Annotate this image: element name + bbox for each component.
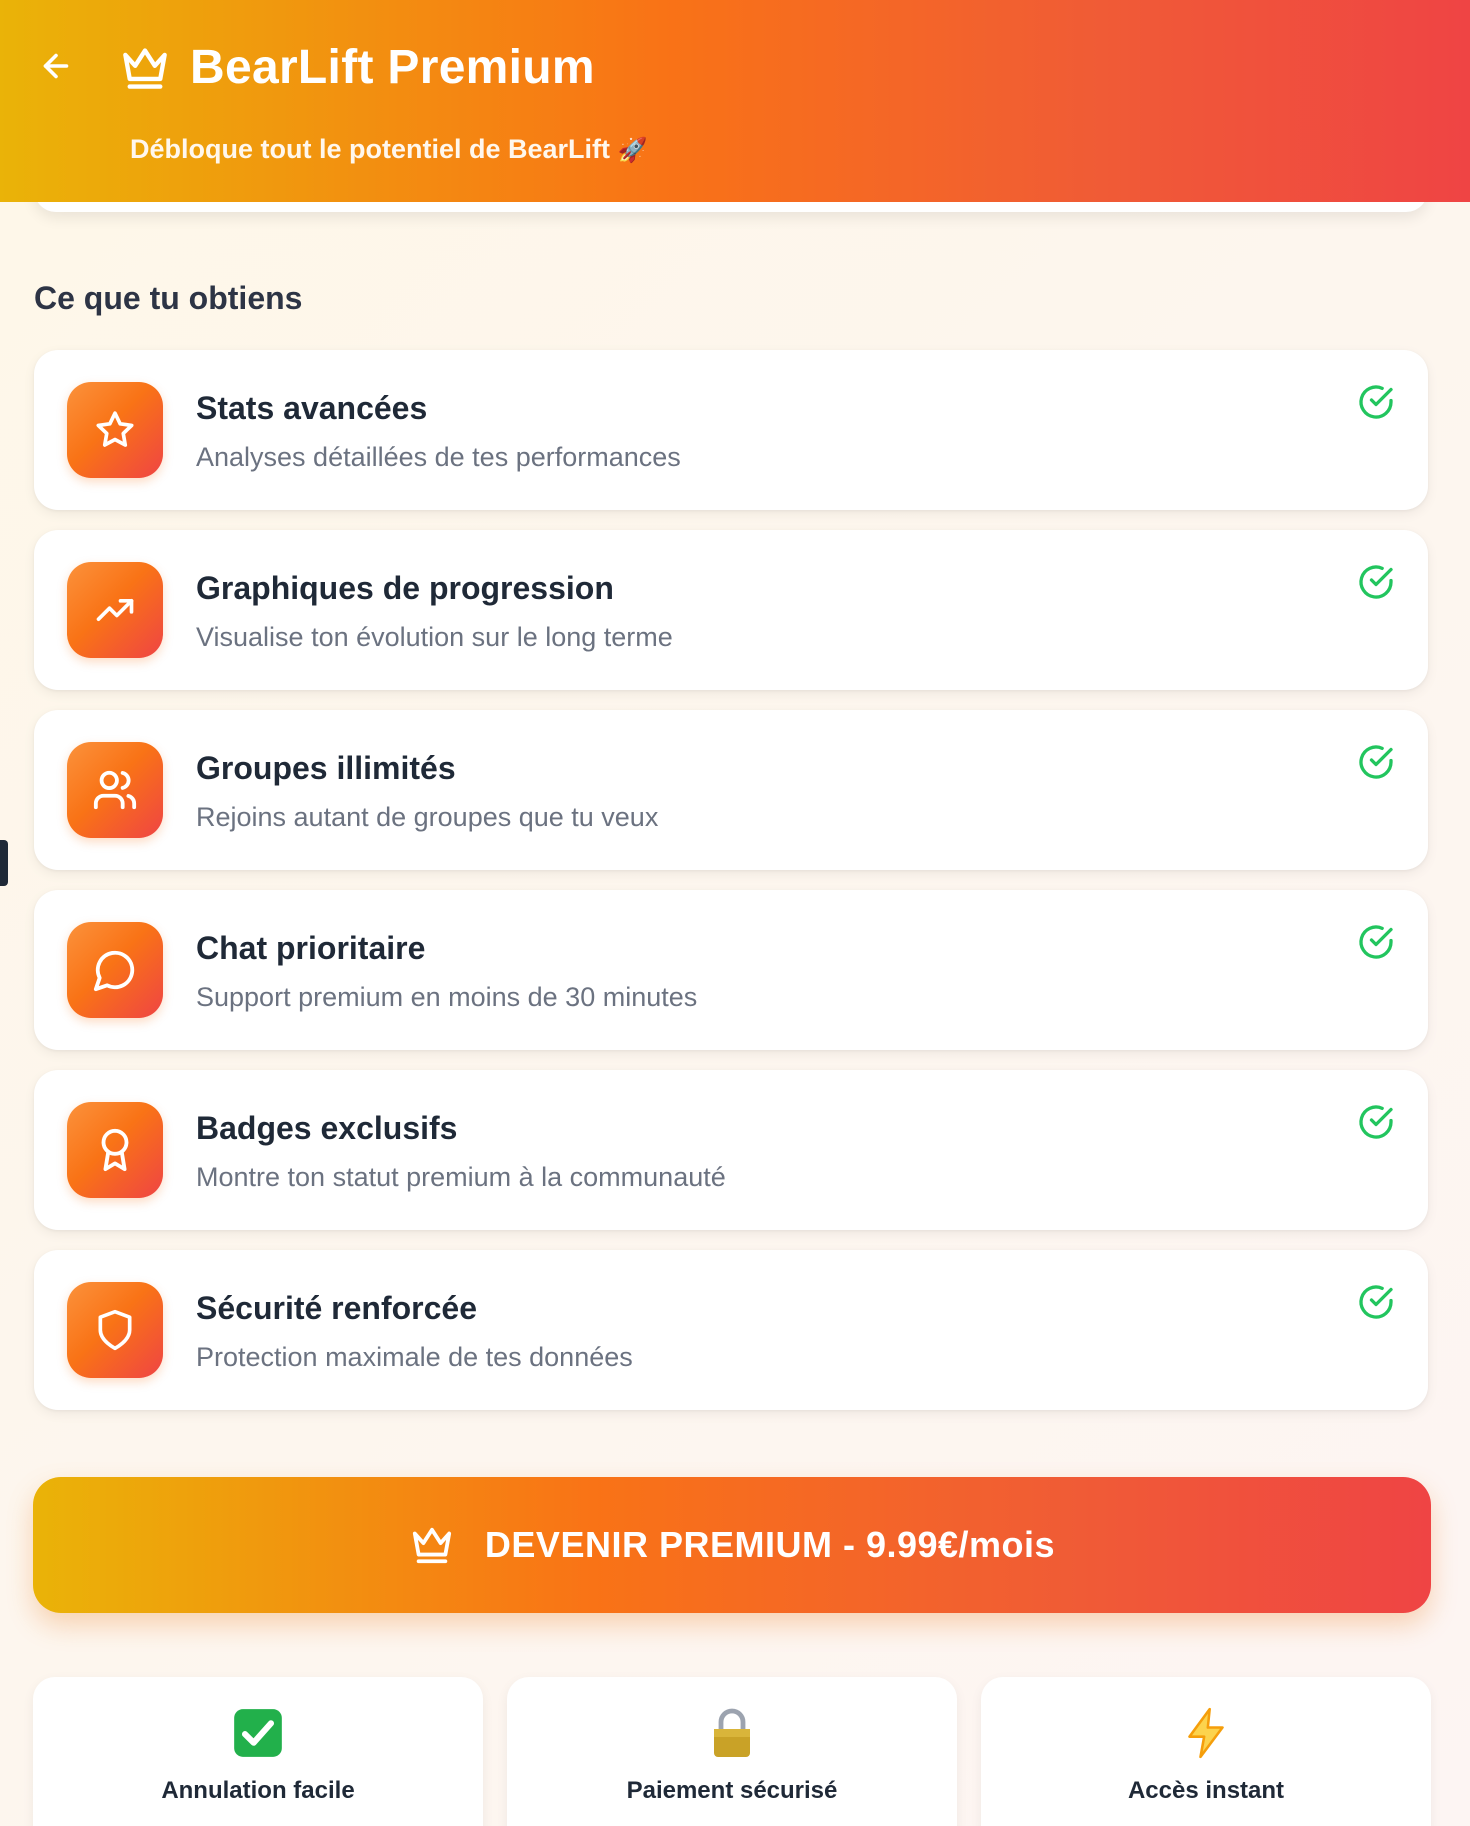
feature-title: Chat prioritaire bbox=[196, 930, 426, 966]
feature-description: Support premium en moins de 30 minutes bbox=[196, 982, 698, 1012]
check-circle-icon bbox=[1359, 385, 1393, 419]
lightning-icon bbox=[981, 1707, 1431, 1759]
feature-icon-box bbox=[67, 742, 163, 838]
message-circle-icon bbox=[93, 950, 135, 992]
award-icon bbox=[101, 1128, 129, 1172]
become-premium-button[interactable]: DEVENIR PREMIUM - 9.99€/mois bbox=[33, 1477, 1431, 1613]
badge-secure-payment: Paiement sécurisé bbox=[507, 1677, 957, 1826]
header: BearLift Premium Débloque tout le potent… bbox=[0, 0, 1470, 202]
feature-card-badges: Badges exclusifs Montre ton statut premi… bbox=[34, 1070, 1428, 1230]
feature-title: Stats avancées bbox=[196, 390, 428, 426]
feature-title: Graphiques de progression bbox=[196, 570, 614, 606]
feature-icon-box bbox=[67, 1102, 163, 1198]
badge-label: Accès instant bbox=[1127, 1777, 1285, 1804]
feature-description: Protection maximale de tes données bbox=[196, 1342, 633, 1372]
feature-description: Rejoins autant de groupes que tu veux bbox=[196, 802, 659, 832]
lock-icon bbox=[507, 1707, 957, 1759]
crown-icon bbox=[123, 48, 167, 89]
star-icon bbox=[96, 411, 134, 447]
feature-icon-box bbox=[67, 922, 163, 1018]
feature-title: Sécurité renforcée bbox=[196, 1290, 478, 1326]
page-subtitle: Débloque tout le potentiel de BearLift 🚀 bbox=[130, 134, 647, 165]
check-circle-icon bbox=[1359, 565, 1393, 599]
edge-handle[interactable] bbox=[0, 840, 8, 886]
crown-icon bbox=[412, 1527, 452, 1564]
badge-easy-cancel: Annulation facile bbox=[33, 1677, 483, 1826]
cta-label: DEVENIR PREMIUM - 9.99€/mois bbox=[484, 1524, 1056, 1565]
feature-description: Montre ton statut premium à la communaut… bbox=[196, 1162, 726, 1192]
users-icon bbox=[93, 770, 137, 810]
check-circle-icon bbox=[1359, 1105, 1393, 1139]
arrow-left-icon bbox=[43, 53, 69, 79]
feature-description: Analyses détaillées de tes performances bbox=[196, 442, 681, 472]
back-button[interactable] bbox=[34, 44, 78, 88]
subtitle-text: Débloque tout le potentiel de BearLift bbox=[130, 134, 611, 164]
section-title: Ce que tu obtiens bbox=[34, 280, 303, 316]
shield-icon bbox=[98, 1309, 132, 1351]
badge-instant-access: Accès instant bbox=[981, 1677, 1431, 1826]
feature-card-security: Sécurité renforcée Protection maximale d… bbox=[34, 1250, 1428, 1410]
badge-label: Paiement sécurisé bbox=[626, 1777, 838, 1804]
badge-label: Annulation facile bbox=[161, 1777, 355, 1804]
feature-card-chat: Chat prioritaire Support premium en moin… bbox=[34, 890, 1428, 1050]
rocket-icon: 🚀 bbox=[617, 137, 648, 164]
feature-title: Groupes illimités bbox=[196, 750, 456, 786]
page-title: BearLift Premium bbox=[190, 41, 595, 94]
feature-description: Visualise ton évolution sur le long term… bbox=[196, 622, 673, 652]
feature-title: Badges exclusifs bbox=[196, 1110, 458, 1146]
feature-icon-box bbox=[67, 382, 163, 478]
feature-icon-box bbox=[67, 562, 163, 658]
check-circle-icon bbox=[1359, 925, 1393, 959]
feature-card-progression: Graphiques de progression Visualise ton … bbox=[34, 530, 1428, 690]
check-circle-icon bbox=[1359, 1285, 1393, 1319]
feature-list: Stats avancées Analyses détaillées de te… bbox=[34, 350, 1428, 1430]
premium-page: BearLift Premium Débloque tout le potent… bbox=[0, 0, 1470, 1826]
feature-card-stats: Stats avancées Analyses détaillées de te… bbox=[34, 350, 1428, 510]
check-circle-icon bbox=[1359, 745, 1393, 779]
feature-card-groups: Groupes illimités Rejoins autant de grou… bbox=[34, 710, 1428, 870]
check-mark-button-icon bbox=[33, 1707, 483, 1759]
trending-up-icon bbox=[96, 599, 134, 621]
feature-icon-box bbox=[67, 1282, 163, 1378]
